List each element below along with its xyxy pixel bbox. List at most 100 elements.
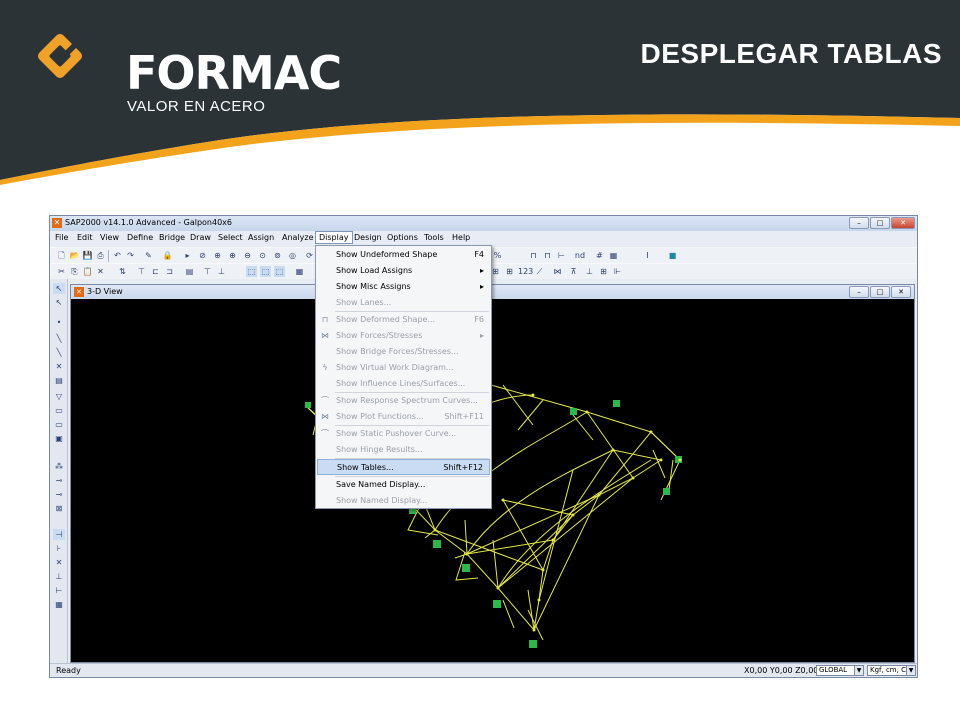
run-icon[interactable]: ▸ <box>182 250 193 261</box>
menu-item-show-influence-lines[interactable]: Show Influence Lines/Surfaces... <box>317 376 490 392</box>
menu-assign[interactable]: Assign <box>248 233 274 242</box>
draw-joint-icon[interactable]: • <box>53 317 65 328</box>
menu-options[interactable]: Options <box>387 233 418 242</box>
frame-output-icon[interactable]: ⋈ <box>552 266 563 277</box>
draw-tendon-icon[interactable]: ⊠ <box>53 503 65 514</box>
view-minimize-button[interactable]: – <box>849 286 869 298</box>
window-titlebar[interactable]: ✕ SAP2000 v14.1.0 Advanced - Galpon40x6 … <box>50 216 917 231</box>
new-file-icon[interactable]: 🗋 <box>56 250 67 261</box>
model-viewport[interactable] <box>73 300 913 661</box>
grid-icon[interactable]: ▦ <box>294 266 305 277</box>
extrude-icon[interactable]: ⊐ <box>164 266 175 277</box>
align-icon[interactable]: ⊤ <box>202 266 213 277</box>
reshape-icon[interactable]: ↖ <box>53 297 65 308</box>
draw-poly-area-icon[interactable]: ▽ <box>53 391 65 402</box>
frame-release-2-icon[interactable]: ⊞ <box>504 266 515 277</box>
menu-bridge[interactable]: Bridge <box>159 233 185 242</box>
rubber-band-zoom-icon[interactable]: ⊘ <box>197 250 208 261</box>
view-maximize-button[interactable]: □ <box>870 286 890 298</box>
lock-icon[interactable]: 🔒 <box>162 250 173 261</box>
frame-section-2-icon[interactable]: ⊓ <box>542 250 553 261</box>
menu-item-show-lanes[interactable]: Show Lanes... <box>317 295 490 311</box>
view-titlebar[interactable]: ✕ 3-D View – □ ✕ <box>71 285 914 299</box>
snap-ends-icon[interactable]: ⊦ <box>53 543 65 554</box>
menu-item-show-static-pushover[interactable]: ⌒ Show Static Pushover Curve... <box>317 426 490 442</box>
nd-icon[interactable]: nd <box>573 250 587 261</box>
draw-rect-area-icon[interactable]: ▭ <box>53 405 65 416</box>
paste-icon[interactable]: 📋 <box>82 266 93 277</box>
quick-draw-frame-icon[interactable]: ╲ <box>53 347 65 358</box>
menu-item-show-misc-assigns[interactable]: Show Misc Assigns ▸ <box>317 279 490 295</box>
open-folder-icon[interactable]: 📂 <box>69 250 80 261</box>
menu-view[interactable]: View <box>100 233 119 242</box>
menu-item-show-plot-functions[interactable]: ⋈ Show Plot Functions... Shift+F11 <box>317 409 490 425</box>
loads-icon[interactable]: ⊩ <box>612 266 623 277</box>
print-icon[interactable]: ⎙ <box>95 250 106 261</box>
divide-icon[interactable]: ⊤ <box>136 266 147 277</box>
clear-selection-icon[interactable]: ⬚ <box>274 266 285 277</box>
menu-item-show-load-assigns[interactable]: Show Load Assigns ▸ <box>317 263 490 279</box>
replicate-icon[interactable]: ⇅ <box>117 266 128 277</box>
pointer-select-icon[interactable]: ↖ <box>53 283 65 294</box>
draw-section-cut-icon[interactable]: ⁂ <box>53 461 65 472</box>
draw-solid-icon[interactable]: ▣ <box>53 433 65 444</box>
quick-draw-area-icon[interactable]: ▭ <box>53 419 65 430</box>
draw-brace-icon[interactable]: ✕ <box>53 361 65 372</box>
menu-tools[interactable]: Tools <box>424 233 444 242</box>
view-close-button[interactable]: ✕ <box>891 286 911 298</box>
select-all-icon[interactable]: ⬚ <box>246 266 257 277</box>
display-color-icon[interactable]: ■ <box>667 250 678 261</box>
springs-icon[interactable]: ⊞ <box>598 266 609 277</box>
units-select[interactable]: Kgf, cm, C ▼ <box>867 665 916 676</box>
grid-numbers-icon[interactable]: # <box>594 250 605 261</box>
menu-item-show-forces-stresses[interactable]: ⋈ Show Forces/Stresses ▸ <box>317 328 490 344</box>
draw-link-icon[interactable]: ▤ <box>53 375 65 386</box>
menu-select[interactable]: Select <box>218 233 243 242</box>
snap-points-icon[interactable]: ⊣ <box>53 529 65 540</box>
coord-system-select[interactable]: GLOBAL ▼ <box>816 665 864 676</box>
table-icon[interactable]: ▦ <box>608 250 619 261</box>
menu-draw[interactable]: Draw <box>190 233 211 242</box>
snap-fine-grid-icon[interactable]: ▦ <box>53 599 65 610</box>
maximize-button[interactable]: □ <box>870 217 890 229</box>
view-options-icon[interactable]: ▤ <box>184 266 195 277</box>
minimize-button[interactable]: – <box>849 217 869 229</box>
text-cursor-icon[interactable]: I <box>642 250 653 261</box>
undo-icon[interactable]: ↶ <box>112 250 123 261</box>
redo-icon[interactable]: ↷ <box>125 250 136 261</box>
section-designer-icon[interactable]: ⊢ <box>556 250 567 261</box>
delete-icon[interactable]: ✕ <box>95 266 106 277</box>
align-2-icon[interactable]: ⊥ <box>216 266 227 277</box>
draw-dimension-icon[interactable]: ⊸ <box>53 489 65 500</box>
menu-item-show-hinge-results[interactable]: Show Hinge Results... <box>317 442 490 458</box>
zoom-restore-icon[interactable]: ⊕ <box>212 250 223 261</box>
supports-icon[interactable]: ⊥ <box>584 266 595 277</box>
menu-analyze[interactable]: Analyze <box>282 233 314 242</box>
menu-item-show-virtual-work[interactable]: ϟ Show Virtual Work Diagram... <box>317 360 490 376</box>
pan-icon[interactable]: ⊙ <box>257 250 268 261</box>
select-previous-icon[interactable]: ⬚ <box>260 266 271 277</box>
zoom-extents-icon[interactable]: ⊚ <box>272 250 283 261</box>
draw-reference-point-icon[interactable]: ⊸ <box>53 475 65 486</box>
menu-item-show-deformed-shape[interactable]: ⊓ Show Deformed Shape... F6 <box>317 312 490 328</box>
menu-design[interactable]: Design <box>354 233 382 242</box>
copy-icon[interactable]: ⎘ <box>69 266 80 277</box>
close-button[interactable]: ✕ <box>891 217 915 229</box>
menu-item-show-bridge-forces[interactable]: Show Bridge Forces/Stresses... <box>317 344 490 360</box>
snap-perpendicular-icon[interactable]: ⊥ <box>53 571 65 582</box>
zoom-in-icon[interactable]: ⊕ <box>227 250 238 261</box>
snap-intersections-icon[interactable]: ✕ <box>53 557 65 568</box>
percent-icon[interactable]: % <box>492 250 503 261</box>
menu-edit[interactable]: Edit <box>77 233 93 242</box>
draw-frame-icon[interactable]: ╲ <box>53 333 65 344</box>
merge-icon[interactable]: ⊏ <box>150 266 161 277</box>
menu-file[interactable]: File <box>55 233 68 242</box>
menu-item-show-named-display[interactable]: Show Named Display... <box>317 493 490 509</box>
menu-item-show-undeformed-shape[interactable]: Show Undeformed Shape F4 <box>317 247 490 263</box>
pencil-icon[interactable]: ✎ <box>143 250 154 261</box>
menu-item-show-tables[interactable]: Show Tables... Shift+F12 <box>317 459 490 475</box>
refresh-icon[interactable]: ⟳ <box>304 250 315 261</box>
local-axes-icon[interactable]: ⟋ <box>534 266 545 277</box>
menu-item-show-response-spectrum[interactable]: ⌒ Show Response Spectrum Curves... <box>317 393 490 409</box>
snap-lines-icon[interactable]: ⊢ <box>53 585 65 596</box>
